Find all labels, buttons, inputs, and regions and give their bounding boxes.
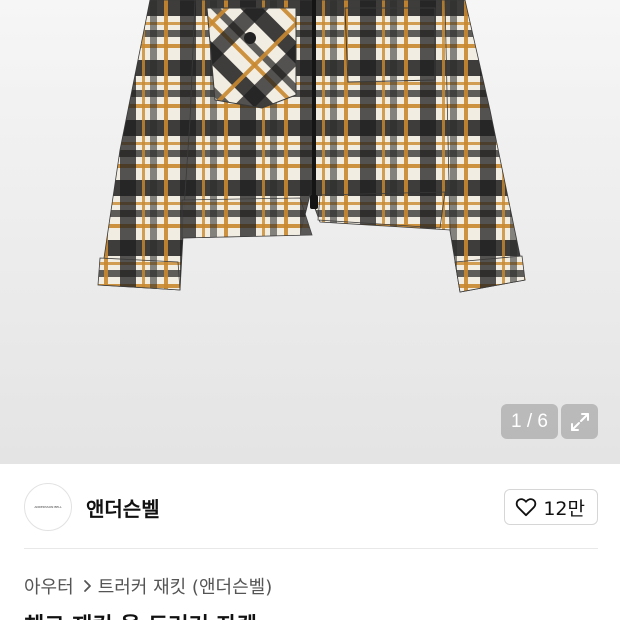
brand-name[interactable]: 앤더슨벨: [86, 493, 160, 522]
product-image-gallery[interactable]: 1 / 6: [0, 0, 620, 464]
product-image: [97, 0, 526, 293]
image-page-indicator: 1 / 6: [501, 404, 558, 439]
breadcrumb-item-subcategory[interactable]: 트러커 재킷 (앤더슨벨): [98, 573, 273, 599]
divider: [24, 548, 598, 549]
heart-outline-icon: [516, 498, 537, 517]
product-title: 체크 재킷 울 트러커 자켓: [24, 608, 598, 620]
breadcrumb-item-category[interactable]: 아우터: [24, 573, 74, 599]
brand-row: ANDERSSON BELL 앤더슨벨 12만: [24, 480, 598, 534]
fullscreen-button[interactable]: [561, 404, 598, 439]
breadcrumb: 아우터 트러커 재킷 (앤더슨벨): [24, 572, 272, 600]
like-count: 12만: [543, 497, 585, 520]
like-button[interactable]: 12만: [504, 489, 598, 525]
chevron-right-icon: [82, 579, 92, 593]
brand-logo[interactable]: ANDERSSON BELL: [24, 483, 72, 531]
expand-icon: [570, 412, 589, 431]
brand-logo-text: ANDERSSON BELL: [34, 505, 62, 509]
